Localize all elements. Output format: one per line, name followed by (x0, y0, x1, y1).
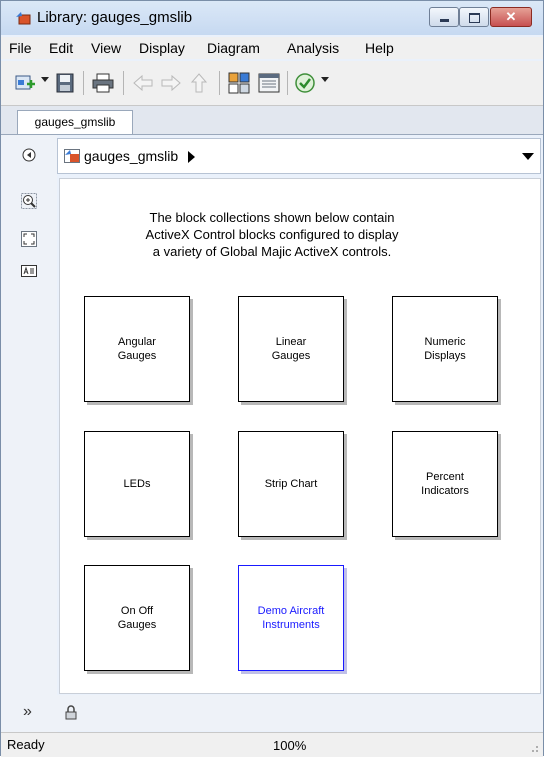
menu-analysis[interactable]: Analysis (287, 40, 339, 56)
maximize-icon (469, 13, 480, 23)
hide-browser-icon[interactable] (21, 147, 37, 163)
toolbar-separator (83, 71, 84, 95)
zoom-level: 100% (273, 738, 307, 753)
back-icon (133, 74, 153, 92)
tab-strip: gauges_gmslib (1, 106, 543, 135)
menu-display[interactable]: Display (139, 40, 185, 56)
new-library-icon (15, 75, 35, 90)
annotation-icon[interactable] (21, 263, 37, 279)
toolbar-separator (287, 71, 288, 95)
library-icon (64, 149, 80, 163)
menu-bar: File Edit View Display Diagram Analysis … (1, 37, 543, 59)
status-bar: Ready 100% (1, 732, 543, 757)
minimize-button[interactable] (429, 7, 459, 27)
library-description: The block collections shown below contai… (145, 210, 399, 259)
window-title: Library: gauges_gmslib (37, 9, 193, 26)
lock-icon (65, 705, 77, 720)
tab-gauges-gmslib[interactable]: gauges_gmslib (17, 110, 133, 134)
up-icon (190, 73, 208, 93)
check-dropdown-icon[interactable] (321, 77, 329, 82)
up-button[interactable] (187, 71, 211, 95)
title-bar[interactable]: Library: gauges_gmslib ✕ (1, 1, 543, 35)
left-palette (1, 135, 57, 732)
back-button[interactable] (131, 71, 155, 95)
menu-help[interactable]: Help (365, 40, 394, 56)
model-explorer-icon (258, 73, 280, 93)
canvas-footer: » (1, 695, 543, 731)
address-path[interactable]: gauges_gmslib (84, 148, 178, 164)
minimize-icon (440, 19, 449, 22)
model-browser-icon (228, 72, 250, 94)
block-strip-chart[interactable]: Strip Chart (238, 431, 344, 537)
expand-palette-icon[interactable]: » (23, 703, 32, 721)
toolbar-separator (123, 71, 124, 95)
forward-button[interactable] (159, 71, 183, 95)
model-browser-button[interactable] (227, 71, 251, 95)
new-library-button[interactable] (13, 71, 37, 95)
maximize-button[interactable] (459, 7, 489, 27)
save-button[interactable] (53, 71, 77, 95)
block-on-off-gauges[interactable]: On Off Gauges (84, 565, 190, 671)
model-explorer-button[interactable] (257, 71, 281, 95)
menu-file[interactable]: File (9, 40, 32, 56)
block-percent-indicators[interactable]: Percent Indicators (392, 431, 498, 537)
resize-grip-icon[interactable] (529, 743, 539, 753)
address-bar[interactable]: gauges_gmslib (57, 138, 541, 174)
print-button[interactable] (91, 71, 115, 95)
forward-icon (161, 74, 181, 92)
breadcrumb-arrow-icon[interactable] (188, 151, 195, 163)
address-dropdown-icon[interactable] (522, 153, 534, 160)
fit-to-view-icon[interactable] (21, 231, 37, 247)
menu-edit[interactable]: Edit (49, 40, 73, 56)
block-demo-aircraft-instruments[interactable]: Demo Aircraft Instruments (238, 565, 344, 671)
check-icon (295, 73, 315, 93)
block-angular-gauges[interactable]: Angular Gauges (84, 296, 190, 402)
new-dropdown-icon[interactable] (41, 77, 49, 82)
zoom-icon[interactable] (21, 193, 37, 209)
menu-diagram[interactable]: Diagram (207, 40, 260, 56)
status-text: Ready (7, 737, 45, 752)
toolbar (1, 61, 543, 106)
block-linear-gauges[interactable]: Linear Gauges (238, 296, 344, 402)
menu-view[interactable]: View (91, 40, 121, 56)
app-window: Library: gauges_gmslib ✕ File Edit View … (0, 0, 544, 757)
print-icon (92, 73, 114, 93)
block-numeric-displays[interactable]: Numeric Displays (392, 296, 498, 402)
simulink-library-icon (16, 12, 31, 25)
close-icon: ✕ (505, 9, 517, 24)
library-canvas[interactable]: The block collections shown below contai… (59, 178, 541, 694)
block-leds[interactable]: LEDs (84, 431, 190, 537)
check-button[interactable] (293, 71, 317, 95)
save-icon (56, 73, 74, 93)
toolbar-separator (219, 71, 220, 95)
close-button[interactable]: ✕ (490, 7, 532, 27)
